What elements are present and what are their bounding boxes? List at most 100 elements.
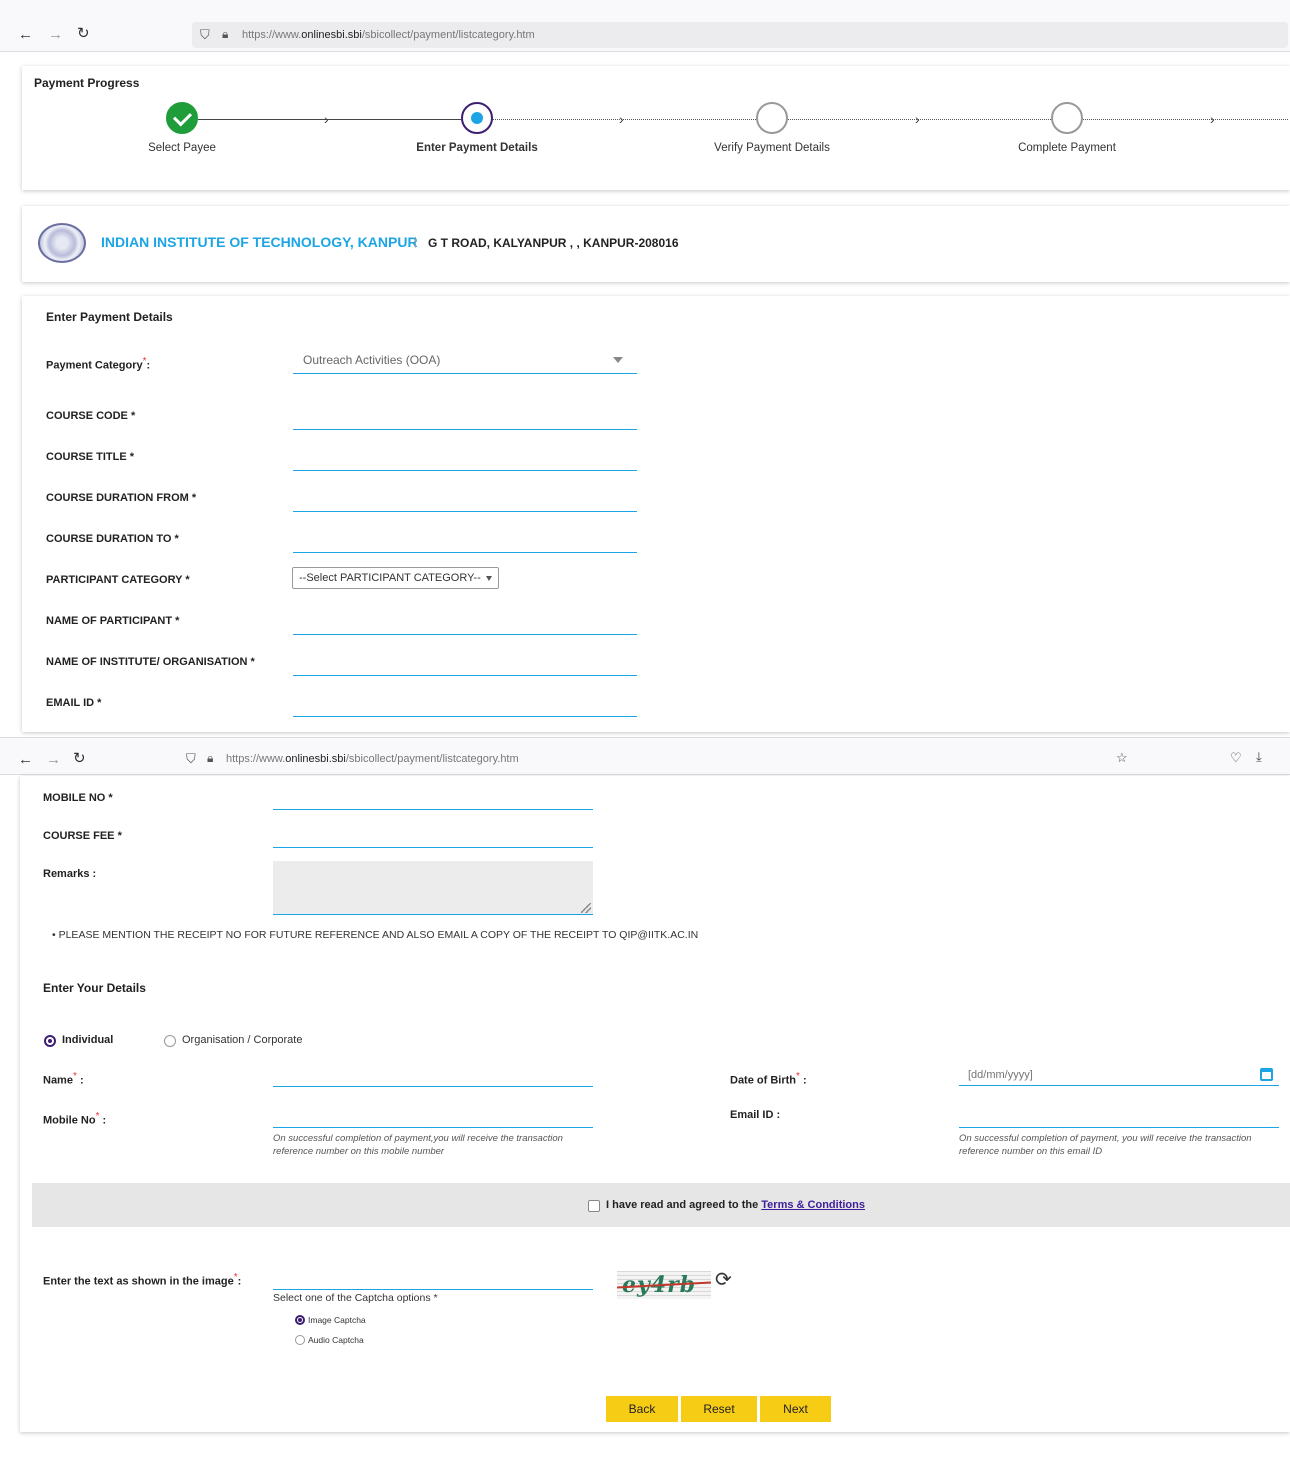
active-step-icon <box>461 102 493 134</box>
payment-progress-card: Payment Progress › › › › Select Payee En… <box>22 66 1290 190</box>
receipt-note: • PLEASE MENTION THE RECEIPT NO FOR FUTU… <box>52 929 699 941</box>
course-fee-input[interactable] <box>273 826 593 848</box>
step-label: Select Payee <box>148 142 216 154</box>
browser-toolbar-top: ← → ↻ ⛉ 🔒︎ https://www.onlinesbi.sbi/sbi… <box>0 0 1290 52</box>
course-code-input[interactable] <box>293 408 637 430</box>
individual-radio[interactable] <box>44 1035 56 1047</box>
resize-handle-icon[interactable] <box>581 903 591 913</box>
image-captcha-radio[interactable] <box>295 1315 305 1325</box>
reset-button[interactable]: Reset <box>681 1396 757 1422</box>
calendar-icon[interactable] <box>1260 1068 1273 1081</box>
dob-input[interactable] <box>959 1064 1279 1086</box>
course-title-label: COURSE TITLE * <box>46 451 135 463</box>
course-title-input[interactable] <box>293 449 637 471</box>
institute-header-card: INDIAN INSTITUTE OF TECHNOLOGY, KANPUR |… <box>22 206 1290 282</box>
mobile-input[interactable] <box>273 1106 593 1128</box>
email-label: Email ID : <box>730 1109 781 1121</box>
captcha-label: Enter the text as shown in the image*: <box>43 1272 242 1288</box>
payment-details-title: Enter Payment Details <box>46 310 173 324</box>
institute-address: G T ROAD, KALYANPUR , , KANPUR-208016 <box>428 236 679 250</box>
step-verify-payment-details: Verify Payment Details <box>692 102 852 154</box>
course-duration-to-input[interactable] <box>293 531 637 553</box>
remarks-label: Remarks : <box>43 868 97 880</box>
participant-name-input[interactable] <box>293 613 637 635</box>
mobile-hint: On successful completion of payment,you … <box>273 1133 563 1157</box>
check-icon <box>166 102 198 134</box>
mobile-label: Mobile No* : <box>43 1111 107 1127</box>
course-fee-label: COURSE FEE * <box>43 830 122 842</box>
email-id-input[interactable] <box>293 695 637 717</box>
email-input[interactable] <box>959 1106 1279 1128</box>
pocket-icon[interactable]: ♡ <box>1230 750 1242 766</box>
institute-logo-icon <box>38 223 86 263</box>
payment-category-select[interactable]: Outreach Activities (OOA) <box>293 348 637 374</box>
audio-captcha-label: Audio Captcha <box>308 1335 364 1345</box>
forward-arrow-icon[interactable]: → <box>48 27 63 42</box>
chevron-right-icon: › <box>1210 111 1215 127</box>
institute-name-input[interactable] <box>293 654 637 676</box>
forward-arrow-icon[interactable]: → <box>46 752 61 767</box>
participant-category-value: --Select PARTICIPANT CATEGORY-- <box>299 572 481 584</box>
course-duration-to-label: COURSE DURATION TO * <box>46 533 179 545</box>
terms-checkbox[interactable] <box>588 1200 600 1212</box>
remarks-textarea[interactable] <box>273 861 593 915</box>
participant-category-select[interactable]: --Select PARTICIPANT CATEGORY-- <box>292 567 499 589</box>
next-button[interactable]: Next <box>760 1396 831 1422</box>
name-label: Name* : <box>43 1071 84 1087</box>
course-duration-from-label: COURSE DURATION FROM * <box>46 492 197 504</box>
back-button[interactable]: Back <box>606 1396 678 1422</box>
payment-form-card: MOBILE NO * COURSE FEE * Remarks : • PLE… <box>20 776 1290 1432</box>
refresh-captcha-icon[interactable]: ⟳ <box>715 1267 732 1292</box>
required-mark: * <box>72 1071 77 1082</box>
step-select-payee: Select Payee <box>102 102 262 154</box>
dropdown-arrow-icon <box>613 357 623 363</box>
shield-icon: ⛉ <box>200 27 210 42</box>
download-icon[interactable]: ⤓ <box>1256 749 1262 765</box>
email-id-label: EMAIL ID * <box>46 697 102 709</box>
reload-icon[interactable]: ↻ <box>77 26 90 41</box>
payment-category-value: Outreach Activities (OOA) <box>303 353 441 367</box>
captcha-image: ey4rb <box>617 1271 711 1299</box>
step-complete-payment: Complete Payment <box>987 102 1147 154</box>
lock-icon: 🔒︎ <box>207 751 214 765</box>
chevron-right-icon: › <box>915 111 920 127</box>
step-label: Enter Payment Details <box>416 142 538 154</box>
audio-captcha-radio[interactable] <box>295 1335 305 1345</box>
institute-name-label: NAME OF INSTITUTE/ ORGANISATION * <box>46 656 255 668</box>
bookmark-star-icon[interactable]: ☆ <box>1116 750 1128 766</box>
shield-icon: ⛉ <box>186 751 196 766</box>
captcha-input[interactable] <box>273 1268 593 1290</box>
captcha-options-label: Select one of the Captcha options * <box>273 1292 438 1304</box>
header-separator: | <box>414 236 417 248</box>
mobile-no-input[interactable] <box>273 788 593 810</box>
terms-text: I have read and agreed to the Terms & Co… <box>606 1199 865 1211</box>
dropdown-arrow-icon <box>486 576 492 581</box>
address-bar[interactable]: ⛉ 🔒︎ https://www.onlinesbi.sbi/sbicollec… <box>192 22 1288 48</box>
organisation-radio-label: Organisation / Corporate <box>182 1034 303 1046</box>
step-label: Complete Payment <box>1018 142 1116 154</box>
pending-step-icon <box>756 102 788 134</box>
back-arrow-icon[interactable]: ← <box>18 752 33 767</box>
your-details-title: Enter Your Details <box>43 981 146 995</box>
step-enter-payment-details: Enter Payment Details <box>397 102 557 154</box>
terms-link[interactable]: Terms & Conditions <box>761 1199 865 1211</box>
payment-category-label: Payment Category*: <box>46 356 151 372</box>
url-text: https://www.onlinesbi.sbi/sbicollect/pay… <box>242 29 535 41</box>
institute-name: INDIAN INSTITUTE OF TECHNOLOGY, KANPUR <box>101 234 418 250</box>
back-arrow-icon[interactable]: ← <box>18 27 33 42</box>
dob-label: Date of Birth* : <box>730 1071 807 1087</box>
pending-step-icon <box>1051 102 1083 134</box>
course-duration-from-input[interactable] <box>293 490 637 512</box>
url-text: https://www.onlinesbi.sbi/sbicollect/pay… <box>226 753 519 765</box>
payment-details-card: Enter Payment Details Payment Category*:… <box>22 296 1290 732</box>
address-bar[interactable]: ⛉ 🔒︎ https://www.onlinesbi.sbi/sbicollec… <box>178 746 1138 772</box>
organisation-radio[interactable] <box>164 1035 176 1047</box>
course-code-label: COURSE CODE * <box>46 410 136 422</box>
name-input[interactable] <box>273 1065 593 1087</box>
chevron-right-icon: › <box>324 111 329 127</box>
reload-icon[interactable]: ↻ <box>73 751 86 766</box>
terms-band: I have read and agreed to the Terms & Co… <box>32 1183 1290 1227</box>
required-mark: * <box>796 1071 800 1082</box>
step-label: Verify Payment Details <box>714 142 830 154</box>
lock-icon: 🔒︎ <box>222 27 229 41</box>
